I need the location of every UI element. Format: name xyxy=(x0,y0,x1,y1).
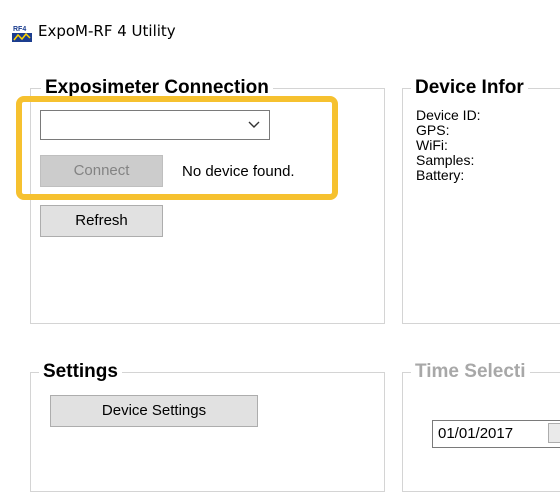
date-spin-button[interactable] xyxy=(548,423,560,443)
title-bar: RF4 ExpoM-RF 4 Utility xyxy=(0,0,560,64)
wifi-label: WiFi: xyxy=(416,137,448,153)
svg-text:RF4: RF4 xyxy=(13,26,26,33)
gps-label: GPS: xyxy=(416,122,450,138)
device-info-legend: Device Infor xyxy=(411,76,528,100)
refresh-button[interactable]: Refresh xyxy=(40,205,163,237)
device-settings-button[interactable]: Device Settings xyxy=(50,395,258,427)
time-selection-legend: Time Selecti xyxy=(411,360,530,384)
settings-legend: Settings xyxy=(39,360,122,384)
device-id-label: Device ID: xyxy=(416,107,481,123)
start-date-picker[interactable]: 01/01/2017 xyxy=(432,420,560,448)
samples-label: Samples: xyxy=(416,152,475,168)
settings-group: Settings xyxy=(30,360,385,492)
rf4-app-icon: RF4 xyxy=(12,24,32,42)
battery-label: Battery: xyxy=(416,167,465,183)
window-title: ExpoM-RF 4 Utility xyxy=(38,22,176,40)
highlight-box xyxy=(16,96,338,200)
